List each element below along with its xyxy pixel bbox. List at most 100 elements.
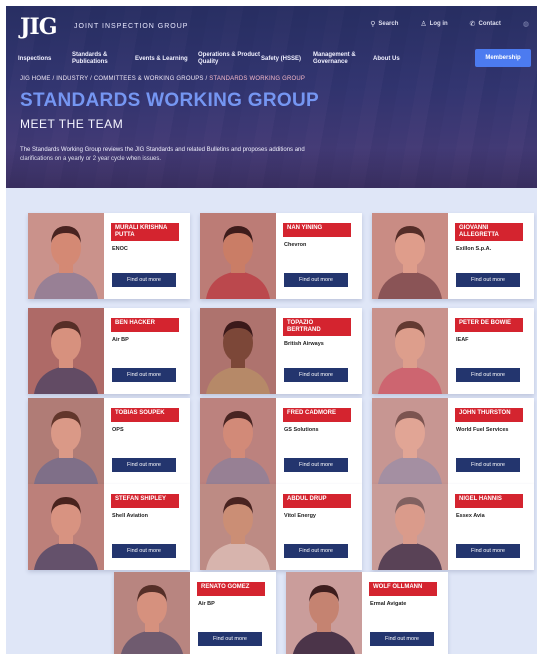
member-name: FRED CADMORE [283,408,351,422]
member-company: IEAF [456,337,469,343]
logo-subtitle: JOINT INSPECTION GROUP [74,23,189,30]
find-out-more-button[interactable]: Find out more [456,273,520,287]
team-card: STEFAN SHIPLEY Shell Aviation Find out mor… [28,484,190,570]
membership-button[interactable]: Membership [475,49,531,67]
team-card: TOPAZIO BERTRAND British Airways Find out … [200,308,362,394]
globe-icon: ◍ [522,21,529,28]
member-company: Air BP [198,601,215,607]
page-subtitle: MEET THE TEAM [20,117,124,131]
member-photo [286,572,362,654]
phone-icon: ✆ [469,21,476,28]
team-card: BEN HACKER Air BP Find out more [28,308,190,394]
member-photo [28,398,104,484]
find-out-more-button[interactable]: Find out more [112,368,176,382]
utility-contact[interactable]: ✆ Contact [470,20,501,28]
member-name: NIGEL HANNIS [455,494,523,508]
find-out-more-button[interactable]: Find out more [284,544,348,558]
member-company: World Fuel Services [456,427,509,433]
member-name: ABDUL DRUP [283,494,351,508]
team-card: NAN YINING Chevron Find out more [200,213,362,299]
member-name: NAN YINING [283,223,351,237]
member-photo [372,398,448,484]
member-name: BEN HACKER [111,318,179,332]
user-icon: ♙ [420,21,427,28]
utility-bar: ⚲ Search ♙ Log in ✆ Contact ◍ [370,20,529,28]
member-name: STEFAN SHIPLEY [111,494,179,508]
breadcrumb-committees[interactable]: COMMITTEES & WORKING GROUPS [94,76,204,82]
main-nav: Inspections Standards & Publications Eve… [6,44,537,74]
member-company: Ermal Avigate [370,601,407,607]
find-out-more-button[interactable]: Find out more [456,458,520,472]
team-card: GIOVANNI ALLEGRETTA Exillon S.p.A. Find ou… [372,213,534,299]
breadcrumb-current: STANDARDS WORKING GROUP [209,76,306,82]
member-photo [372,213,448,299]
member-photo [114,572,190,654]
member-name: RENATO GOMEZ [197,582,265,596]
nav-operations[interactable]: Operations & Product Quality [198,52,261,66]
find-out-more-button[interactable]: Find out more [456,544,520,558]
find-out-more-button[interactable]: Find out more [284,368,348,382]
member-photo [28,213,104,299]
member-company: ENOC [112,246,128,252]
utility-search[interactable]: ⚲ Search [370,20,398,28]
intro-text: The Standards Working Group reviews the … [20,147,305,162]
nav-safety[interactable]: Safety (HSSE) [261,56,313,63]
page-title: STANDARDS WORKING GROUP [20,90,319,111]
member-photo [200,398,276,484]
member-photo [200,213,276,299]
team-card: MURALI KRISHNA PUTTA ENOC Find out more [28,213,190,299]
nav-standards[interactable]: Standards & Publications [72,52,135,66]
utility-login-label: Log in [429,21,448,27]
member-company: British Airways [284,341,324,347]
page-frame: JIG JOINT INSPECTION GROUP ⚲ Search ♙ Log … [6,6,537,654]
member-company: Essex Avia [456,513,485,519]
team-card: WOLF OLLMANN Ermal Avigate Find out more [286,572,448,654]
breadcrumb-home[interactable]: JIG HOME [20,76,51,82]
member-photo [200,308,276,394]
find-out-more-button[interactable]: Find out more [112,458,176,472]
member-company: OPS [112,427,124,433]
member-photo [28,308,104,394]
member-company: Air BP [112,337,129,343]
member-photo [372,308,448,394]
member-photo [372,484,448,570]
nav-management[interactable]: Management & Governance [313,52,373,66]
hero-banner: JIG JOINT INSPECTION GROUP ⚲ Search ♙ Log … [6,6,537,188]
member-photo [28,484,104,570]
nav-events[interactable]: Events & Learning [135,56,198,63]
member-company: Vitol Energy [284,513,316,519]
find-out-more-button[interactable]: Find out more [284,458,348,472]
utility-login[interactable]: ♙ Log in [420,20,447,28]
find-out-more-button[interactable]: Find out more [112,544,176,558]
member-name: TOBIAS SOUPEK [111,408,179,422]
member-company: GS Solutions [284,427,319,433]
jig-logo[interactable]: JIG [20,14,57,40]
member-company: Shell Aviation [112,513,148,519]
member-name: JOHN THURSTON [455,408,523,422]
member-name: MURALI KRISHNA PUTTA [111,223,179,241]
team-card: JOHN THURSTON World Fuel Services Find out… [372,398,534,484]
team-card: NIGEL HANNIS Essex Avia Find out more [372,484,534,570]
team-card: FRED CADMORE GS Solutions Find out more [200,398,362,484]
team-card: ABDUL DRUP Vitol Energy Find out more [200,484,362,570]
utility-language[interactable]: ◍ [523,20,529,28]
member-company: Chevron [284,242,307,248]
nav-inspections[interactable]: Inspections [18,56,72,63]
find-out-more-button[interactable]: Find out more [112,273,176,287]
member-name: PETER DE BOWIE [455,318,523,332]
find-out-more-button[interactable]: Find out more [456,368,520,382]
nav-about[interactable]: About Us [373,56,403,63]
member-photo [200,484,276,570]
breadcrumb-industry[interactable]: INDUSTRY [56,76,88,82]
breadcrumb: JIG HOME / INDUSTRY / COMMITTEES & WORKI… [20,76,305,82]
find-out-more-button[interactable]: Find out more [370,632,434,646]
team-card: PETER DE BOWIE IEAF Find out more [372,308,534,394]
member-name: WOLF OLLMANN [369,582,437,596]
member-name: TOPAZIO BERTRAND [283,318,351,336]
team-card: RENATO GOMEZ Air BP Find out more [114,572,276,654]
utility-contact-label: Contact [478,21,501,27]
find-out-more-button[interactable]: Find out more [198,632,262,646]
member-company: Exillon S.p.A. [456,246,492,252]
utility-search-label: Search [378,21,399,27]
find-out-more-button[interactable]: Find out more [284,273,348,287]
